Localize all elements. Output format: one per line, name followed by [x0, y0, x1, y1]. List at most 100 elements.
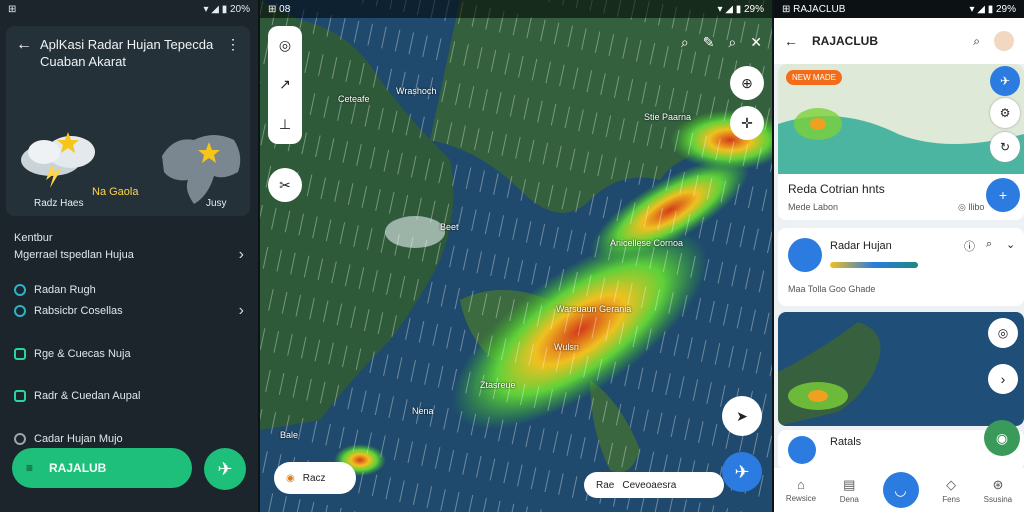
map2-btn-1[interactable]: ◎ — [988, 318, 1018, 348]
menu-item-5[interactable]: Radr & Cuedan Aupal — [14, 390, 244, 402]
plane-icon: ✈ — [217, 458, 233, 479]
card2-row: Maa Tolla Goo Ghade — [788, 284, 876, 294]
zoom-icon[interactable]: ⌕ — [728, 34, 736, 51]
card-btn-3[interactable]: ↻ — [990, 132, 1020, 162]
card1-action-fab[interactable]: + — [986, 178, 1020, 212]
nav-item-settings[interactable]: ⊛ Ssusina — [984, 477, 1012, 504]
pill-label: RAJALUB — [49, 461, 107, 475]
menu-item-4[interactable]: Rge & Cuecas Nuja — [14, 348, 244, 360]
map-card[interactable]: NEW MADE ✈ ⚙ ↻ Reda Cotrian hnts Mede La… — [778, 64, 1024, 220]
menu-item-2[interactable]: Radan Rugh — [14, 284, 244, 296]
menu-item-1-label: Mgerrael tspedlan Hujua — [14, 249, 134, 261]
more-icon[interactable]: ⋮ — [226, 36, 240, 53]
target-icon: ◎ — [997, 326, 1009, 340]
legend-chip[interactable]: Rae Ceveoaesra — [584, 472, 724, 498]
card-fab-1[interactable]: ✈ — [990, 66, 1020, 96]
menu-item-5-label: Radr & Cuedan Aupal — [34, 390, 141, 402]
info-icon[interactable]: ⓘ — [964, 238, 975, 254]
status-bar: ⊞ RAJACLUB ▾ ◢ ▮ 29% — [774, 0, 1024, 18]
status-left: ⊞ 08 — [268, 3, 291, 15]
status-left: ⊞ — [8, 3, 17, 15]
radar-logo-icon — [788, 238, 822, 272]
menu-item-6[interactable]: Cadar Hujan Mujo — [14, 433, 244, 445]
radar-icon — [14, 284, 26, 296]
card1-sub: Mede Labon — [788, 202, 839, 212]
menu-item-1[interactable]: Mgerrael tspedlan Hujua › — [14, 246, 244, 264]
map-label: Beet — [440, 222, 459, 232]
status-left: ⊞ RAJACLUB — [782, 3, 846, 15]
locate-button[interactable]: ✛ — [730, 106, 764, 140]
search-icon[interactable]: ⌕ — [681, 34, 689, 51]
center-map-button[interactable]: ➤ — [722, 396, 762, 436]
layers-button[interactable]: ✂ — [268, 168, 302, 202]
go-fab[interactable]: ✈ — [722, 452, 762, 492]
radar-map[interactable] — [260, 0, 772, 512]
settings-icon — [14, 305, 26, 317]
user-fab[interactable]: ◉ — [984, 420, 1020, 456]
map-label: Bale — [280, 430, 299, 440]
radar-card[interactable]: Radar Hujan ⓘ ⌕ ⌄ Maa Tolla Goo Ghade — [778, 228, 1024, 306]
app-title: AplKasi Radar Hujan Tepecda Cuaban Akara… — [40, 37, 214, 69]
back-arrow-icon[interactable]: ← — [16, 36, 32, 54]
back-arrow-icon[interactable]: ← — [784, 33, 798, 49]
card-btn-2[interactable]: ⚙ — [990, 98, 1020, 128]
menu-item-2-label: Radan Rugh — [34, 284, 96, 296]
close-icon[interactable]: ✕ — [750, 34, 762, 51]
nav-item-center[interactable]: ◡ — [882, 472, 919, 508]
plane-icon: ✈ — [999, 74, 1011, 88]
badge: NEW MADE — [786, 70, 842, 85]
nav-label: Fens — [942, 494, 960, 504]
menu-item-3[interactable]: Rabsicbr Cosellas › — [14, 302, 244, 320]
settings-icon: ⚙ — [999, 106, 1011, 120]
search-icon[interactable]: ⌕ — [986, 238, 992, 251]
map-label: Nena — [412, 406, 434, 416]
radar-icon: ◡ — [882, 472, 919, 508]
map-tool-bar: ◎ ↗ ⊥ — [268, 26, 302, 144]
globe-icon: ⊛ — [992, 476, 1004, 492]
menu-item-6-label: Cadar Hujan Mujo — [34, 433, 123, 445]
edit-icon[interactable]: ✎ — [703, 34, 715, 51]
target-icon[interactable]: ◎ — [279, 37, 291, 54]
plus-icon: + — [998, 187, 1008, 203]
second-map-card[interactable]: ◎ › — [778, 312, 1024, 426]
location-chip[interactable]: ◉ Racz — [274, 462, 356, 494]
home-icon: ⌂ — [797, 477, 805, 492]
nav-label: Rewsice — [785, 494, 817, 503]
nav-label: Ssusina — [983, 494, 1013, 504]
status-right: ▾ ◢ ▮ 20% — [203, 3, 250, 15]
chip-left-label: Racz — [302, 472, 326, 484]
menu-item-3-label: Rabsicbr Cosellas — [34, 305, 123, 317]
legend-label-b: Ceveoaesra — [622, 479, 677, 491]
chevron-right-icon: › — [1000, 371, 1006, 387]
pin-icon[interactable]: ⊥ — [279, 116, 291, 133]
menu-item-4-label: Rge & Cuecas Nuja — [34, 348, 131, 360]
left-panel: ⊞ ▾ ◢ ▮ 20% ← AplKasi Radar Hujan Tepecd… — [0, 0, 258, 512]
nav-item-data[interactable]: ▤ Dena — [840, 477, 859, 504]
card1-title: Reda Cotrian hnts — [788, 182, 885, 196]
map-label: Ztasreue — [480, 380, 516, 390]
nav-item-review[interactable]: ⌂ Rewsice — [786, 477, 816, 503]
avatar[interactable] — [994, 31, 1014, 51]
radar-map-panel[interactable]: ⊞ 08 ▾ ◢ ▮ 29% ◎ ↗ ⊥ ✂ ⌕ ✎ ⌕ ✕ ⊕ ✛ Cetea… — [260, 0, 772, 512]
route-icon[interactable]: ↗ — [279, 76, 291, 93]
status-bar: ⊞ 08 ▾ ◢ ▮ 29% — [260, 0, 772, 18]
map-label: Wrashoch — [396, 86, 437, 96]
plane-icon: ✈ — [734, 461, 750, 482]
location-icon: ◉ — [286, 472, 295, 484]
nav-label: Dena — [839, 494, 859, 504]
section-title: Kentbur — [14, 232, 53, 244]
ratals-logo-icon — [788, 436, 816, 464]
list-icon: ▤ — [843, 476, 856, 492]
chevron-down-icon[interactable]: ⌄ — [1006, 238, 1015, 251]
search-icon[interactable]: ⌕ — [973, 34, 980, 49]
card1-meta: ◎ llibo — [958, 202, 985, 212]
map2-btn-2[interactable]: › — [988, 364, 1018, 394]
compass-button[interactable]: ⊕ — [730, 66, 764, 100]
rain-scale-bar — [830, 262, 918, 268]
app-pill-button[interactable]: ≡ RAJALUB — [12, 448, 192, 488]
navigate-fab[interactable]: ✈ — [204, 448, 246, 490]
map-label: Anicellese Cornoa — [610, 238, 684, 248]
card2-title: Radar Hujan — [830, 240, 892, 252]
nav-item-fens[interactable]: ◇ Fens — [942, 477, 960, 504]
menu-icon: ≡ — [26, 461, 34, 475]
